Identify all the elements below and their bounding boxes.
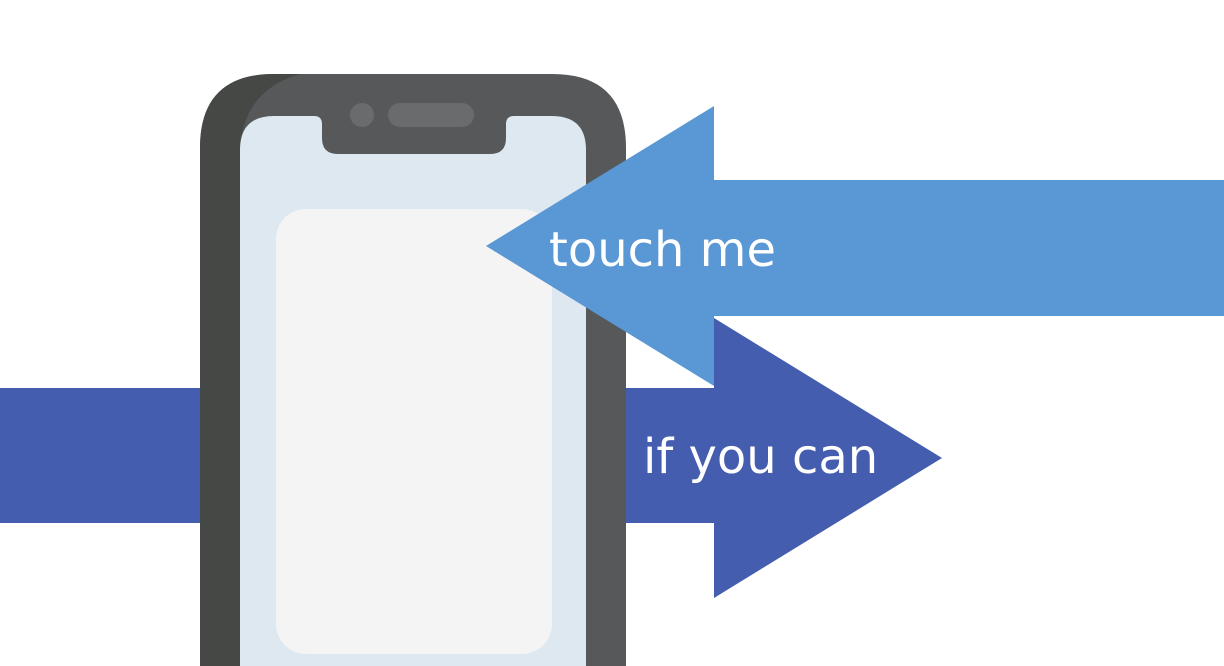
smartphone-icon [200, 74, 626, 666]
illustration-svg: touch me if you can [0, 74, 1224, 666]
illustration-canvas: touch me if you can [0, 0, 1224, 666]
touch-label: touch me [549, 222, 776, 278]
phone-camera-icon [350, 103, 374, 127]
phone-screen [276, 209, 552, 654]
phone-speaker [388, 103, 474, 127]
if-you-can-label: if you can [643, 429, 878, 485]
